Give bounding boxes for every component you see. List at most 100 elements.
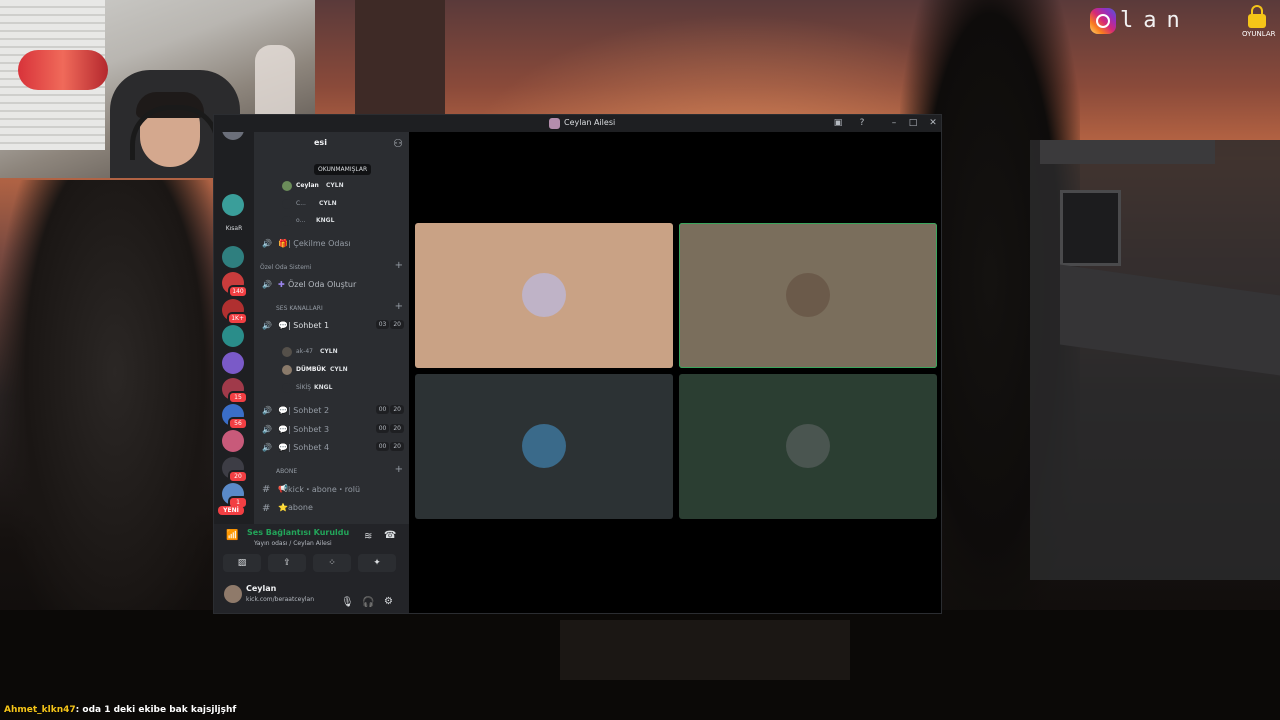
gift-icon: 🎁 [278, 239, 288, 248]
new-badge: YENİ [218, 506, 244, 515]
member-name: SİKİŞ [296, 384, 312, 391]
member-name: ak-47 [296, 348, 313, 355]
server-item[interactable] [222, 325, 244, 347]
server-item[interactable]: 15 [222, 378, 248, 404]
activities-button[interactable]: ⁘ [313, 554, 351, 572]
soundboard-button[interactable]: ✦ [358, 554, 396, 572]
disconnect-icon[interactable]: ☎ [384, 530, 396, 541]
server-folder-label: KısaR [225, 225, 243, 232]
mention-badge: 140 [228, 285, 248, 298]
channel-cekilme[interactable]: 🔊 🎁 | Çekilme Odası [254, 236, 409, 252]
member-tag: CYLN [320, 348, 338, 355]
server-item[interactable]: 56 [222, 404, 248, 430]
mention-badge: 56 [228, 417, 248, 430]
user-limit: 20 [390, 424, 404, 433]
user-name[interactable]: Ceylan [246, 584, 276, 593]
participant-tile[interactable] [415, 223, 673, 368]
member-tag: KNGL [314, 384, 333, 391]
server-item[interactable] [222, 430, 244, 452]
participant-avatar [786, 273, 830, 317]
chimney-shape [355, 0, 445, 115]
voice-status[interactable]: Ses Bağlantısı Kuruldu [247, 528, 349, 537]
speaker-icon: 🔊 [262, 239, 272, 248]
microphone [18, 50, 108, 90]
avatar [282, 216, 292, 226]
channel-counts: 00 20 [375, 424, 404, 433]
help-icon[interactable]: ? [855, 117, 869, 130]
channel-ozel-create[interactable]: 🔊 ✚ Özel Oda Oluştur [254, 277, 409, 293]
hash-icon: # [262, 484, 271, 495]
channel-name: kick・abone・rolü [288, 485, 361, 494]
add-channel-icon[interactable]: + [395, 260, 403, 271]
settings-gear-icon[interactable]: ⚙ [384, 596, 393, 607]
channel-name: | Sohbet 1 [288, 321, 330, 330]
title-bar: Ceylan Ailesi ▣ ? – □ ✕ [214, 115, 941, 132]
server-item[interactable] [222, 194, 244, 216]
server-name: esi [314, 138, 327, 147]
voice-channel-path[interactable]: Yayın odası / Ceylan Ailesi [254, 540, 332, 547]
headphones-icon[interactable]: 🎧 [362, 597, 374, 608]
server-item[interactable] [222, 246, 244, 268]
user-count: 00 [375, 424, 390, 433]
server-item[interactable] [222, 352, 244, 374]
server-item[interactable]: 1K+ [222, 299, 248, 325]
member-tag: CYLN [326, 182, 344, 189]
channel-name: | Sohbet 4 [288, 443, 330, 452]
instagram-icon [1090, 8, 1116, 34]
add-user-icon[interactable]: ⚇ [393, 137, 403, 150]
plus-icon: ✚ [278, 280, 285, 289]
category-ses[interactable]: SES KANALLARI [276, 305, 323, 312]
camera-off-button[interactable]: ▨ [223, 554, 261, 572]
screen-share-button[interactable]: ⇪ [268, 554, 306, 572]
inbox-icon[interactable]: ▣ [831, 117, 845, 130]
unread-tooltip: OKUNMAMIŞLAR [314, 164, 372, 175]
speaker-icon: 🔊 [262, 321, 272, 330]
member-tag: CYLN [319, 200, 337, 207]
member-name: DÜMBÜK [296, 366, 326, 373]
speaker-icon: 🔊 [262, 425, 272, 434]
signal-icon: 📶 [226, 530, 239, 541]
user-limit: 20 [390, 405, 404, 414]
add-channel-icon[interactable]: + [395, 301, 403, 312]
channel-sohbet-2[interactable]: 🔊 💬 | Sohbet 2 00 20 [254, 403, 409, 419]
channel-sidebar: esi ⚇ OKUNMAMIŞLAR Ceylan CYLN C... CYLN… [254, 132, 409, 524]
channel-sohbet-4[interactable]: 🔊 💬 | Sohbet 4 00 20 [254, 440, 409, 456]
noise-suppression-icon[interactable]: ≋ [364, 531, 372, 542]
speaker-icon: 🔊 [262, 406, 272, 415]
maximize-button[interactable]: □ [906, 117, 920, 130]
participant-tile[interactable] [679, 374, 937, 519]
participant-tile[interactable] [679, 223, 937, 368]
speaker-icon: 🔊 [262, 443, 272, 452]
add-channel-icon[interactable]: + [395, 464, 403, 475]
server-item[interactable]: 1 [222, 483, 248, 509]
user-limit: 20 [390, 320, 404, 329]
chat-text: : oda 1 deki ekibe bak kajsjljşhf [75, 705, 237, 715]
lock-badge: OYUNLAR [1242, 4, 1275, 38]
megaphone-icon: 📢 [278, 484, 288, 493]
channel-counts: 03 20 [375, 320, 404, 329]
participant-tile[interactable] [415, 374, 673, 519]
user-avatar[interactable] [224, 585, 242, 603]
server-item[interactable]: 20 [222, 457, 248, 483]
microphone-icon[interactable]: 🎙 [341, 597, 354, 608]
member-name: Ceylan [296, 182, 319, 189]
server-item[interactable]: 140 [222, 272, 248, 298]
server-header[interactable]: esi ⚇ [254, 132, 409, 156]
minimize-button[interactable]: – [887, 117, 901, 130]
close-button[interactable]: ✕ [926, 117, 940, 130]
channel-abone[interactable]: # ⭐ abone [254, 500, 409, 516]
chat-bubble-icon: 💬 [278, 321, 288, 330]
hash-icon: # [262, 503, 271, 514]
mention-badge: 20 [228, 470, 248, 483]
server-item[interactable] [222, 132, 244, 140]
channel-name: | Çekilme Odası [288, 239, 351, 248]
member-name: o... [296, 217, 306, 224]
channel-sohbet-1[interactable]: 🔊 💬 | Sohbet 1 03 20 [254, 318, 409, 334]
category-abone[interactable]: ABONE [276, 468, 297, 475]
category-ozel[interactable]: Özel Oda Sistemi [260, 264, 311, 271]
channel-name: | Sohbet 3 [288, 425, 330, 434]
channel-sohbet-3[interactable]: 🔊 💬 | Sohbet 3 00 20 [254, 422, 409, 438]
channel-counts: 00 20 [375, 405, 404, 414]
lock-icon [1248, 5, 1266, 28]
channel-kick-abone[interactable]: # 📢 kick・abone・rolü [254, 481, 409, 497]
